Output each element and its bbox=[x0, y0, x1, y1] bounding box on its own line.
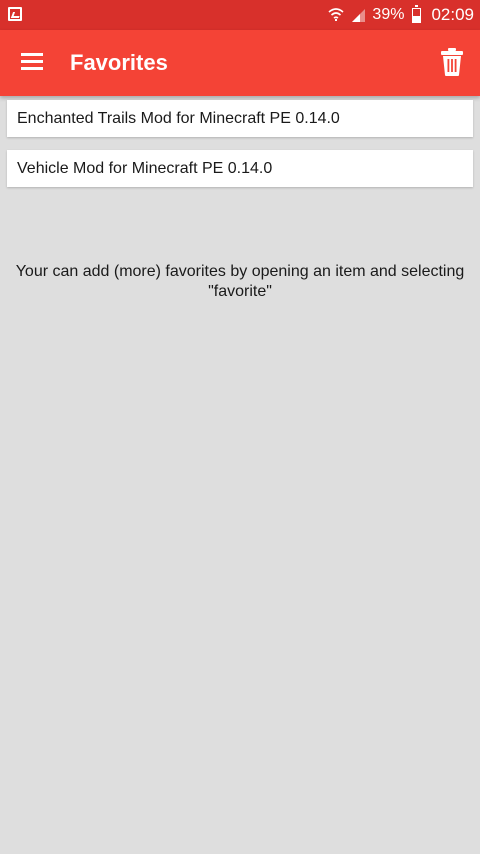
wifi-icon bbox=[328, 7, 344, 23]
hint-line-2: "favorite" bbox=[208, 283, 272, 300]
battery-percent: 39% bbox=[372, 6, 405, 23]
hamburger-menu-icon[interactable] bbox=[21, 53, 43, 71]
favorites-list: Enchanted Trails Mod for Minecraft PE 0.… bbox=[7, 100, 473, 200]
battery-level bbox=[413, 16, 421, 22]
list-item[interactable]: Vehicle Mod for Minecraft PE 0.14.0 bbox=[7, 150, 473, 187]
picture-notification-icon bbox=[8, 7, 22, 21]
status-indicators: 39% 02:09 bbox=[328, 0, 474, 30]
page-title: Favorites bbox=[70, 50, 168, 75]
clock: 02:09 bbox=[431, 5, 474, 24]
list-item-label: Vehicle Mod for Minecraft PE 0.14.0 bbox=[17, 159, 273, 177]
trash-icon[interactable] bbox=[440, 48, 464, 76]
status-bar: 39% 02:09 bbox=[0, 0, 480, 30]
signal-icon bbox=[350, 7, 366, 23]
list-item[interactable]: Enchanted Trails Mod for Minecraft PE 0.… bbox=[7, 100, 473, 137]
list-item-label: Enchanted Trails Mod for Minecraft PE 0.… bbox=[17, 109, 340, 127]
battery-icon bbox=[412, 4, 422, 23]
empty-hint: Your can add (more) favorites by opening… bbox=[0, 262, 480, 302]
hint-line-1: Your can add (more) favorites by opening… bbox=[15, 263, 465, 280]
app-bar: Favorites bbox=[0, 30, 480, 96]
